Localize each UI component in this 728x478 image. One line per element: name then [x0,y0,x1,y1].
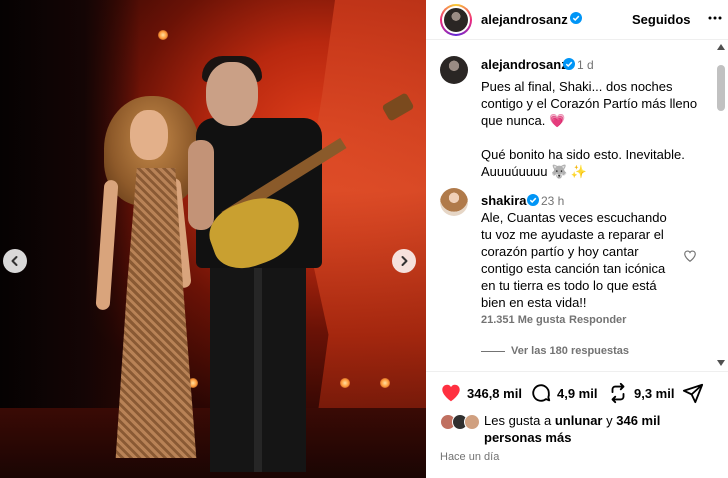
author-username[interactable]: alejandrosanz [481,12,568,27]
comment-username[interactable]: shakira [481,193,527,208]
post-panel: alejandrosanz Seguidos alejandrosanz 1 d… [426,0,728,478]
carousel-next-button[interactable] [392,249,416,273]
caption-text: Pues al final, Shaki... dos noches conti… [481,79,698,179]
send-button[interactable] [682,382,709,404]
verified-icon [570,12,582,24]
like-button[interactable]: 346,8 mil [440,382,522,404]
scrollbar-thumb[interactable] [717,65,725,111]
post-timestamp: Hace un día [440,451,500,463]
photo-crowd-shadow [0,0,140,478]
comment-time: 23 h [541,194,565,208]
carousel-prev-button[interactable] [3,249,27,273]
caption-avatar[interactable] [440,56,468,84]
follow-status-button[interactable]: Seguidos [632,12,691,27]
share-icon [611,382,625,404]
verified-icon [527,194,539,206]
comments-list[interactable]: alejandrosanz 1 d Pues al final, Shaki..… [426,41,716,371]
avatar [464,414,480,430]
send-icon [682,383,704,404]
comment-likes[interactable]: 21.351 Me gusta [481,314,565,326]
photo-man-head [206,62,258,126]
comments-count: 4,9 mil [557,385,598,401]
verified-icon [563,58,575,70]
photo-man-legs [210,262,306,472]
repost-button[interactable]: 9,3 mil [607,382,674,404]
caption-username[interactable]: alejandrosanz [481,57,568,72]
liked-by-connector: y [602,413,617,428]
post-photo[interactable] [0,0,426,478]
actions-divider [426,371,728,372]
comment-icon [532,384,551,402]
likes-count: 346,8 mil [467,385,522,401]
caption-time: 1 d [577,58,594,72]
more-icon[interactable] [707,10,723,26]
comment-reply-button[interactable]: Responder [569,314,626,326]
liked-by-text: Les gusta a unlunar y 346 mil personas m… [484,412,712,446]
scroll-up-arrow-icon[interactable] [717,43,725,51]
chevron-left-icon [11,256,18,266]
photo-man-arm [188,140,214,230]
comment-text: Ale, Cuantas veces escuchando tu voz me … [481,210,667,310]
view-replies-button[interactable]: Ver las 180 respuestas [511,345,629,357]
replies-divider [481,351,505,352]
stage-light [340,378,350,388]
heart-icon [442,384,460,402]
liked-by-prefix: Les gusta a [484,413,555,428]
comment-button[interactable]: 4,9 mil [530,382,597,404]
author-avatar[interactable] [440,4,472,36]
comment-like-heart-icon[interactable] [683,249,697,263]
liked-by-avatars[interactable] [440,414,482,430]
post-actions: 346,8 mil 4,9 mil 9,3 mil [426,380,728,406]
chevron-right-icon [401,256,408,266]
comment-avatar[interactable] [440,188,468,216]
liked-by-user-link[interactable]: unlunar [555,413,603,428]
stage-light [380,378,390,388]
post-header: alejandrosanz Seguidos [426,0,728,40]
photo-woman-face [130,110,168,160]
comments-scrollbar[interactable] [715,43,727,369]
shares-count: 9,3 mil [634,385,675,401]
stage-light [158,30,168,40]
scroll-down-arrow-icon[interactable] [717,359,725,367]
